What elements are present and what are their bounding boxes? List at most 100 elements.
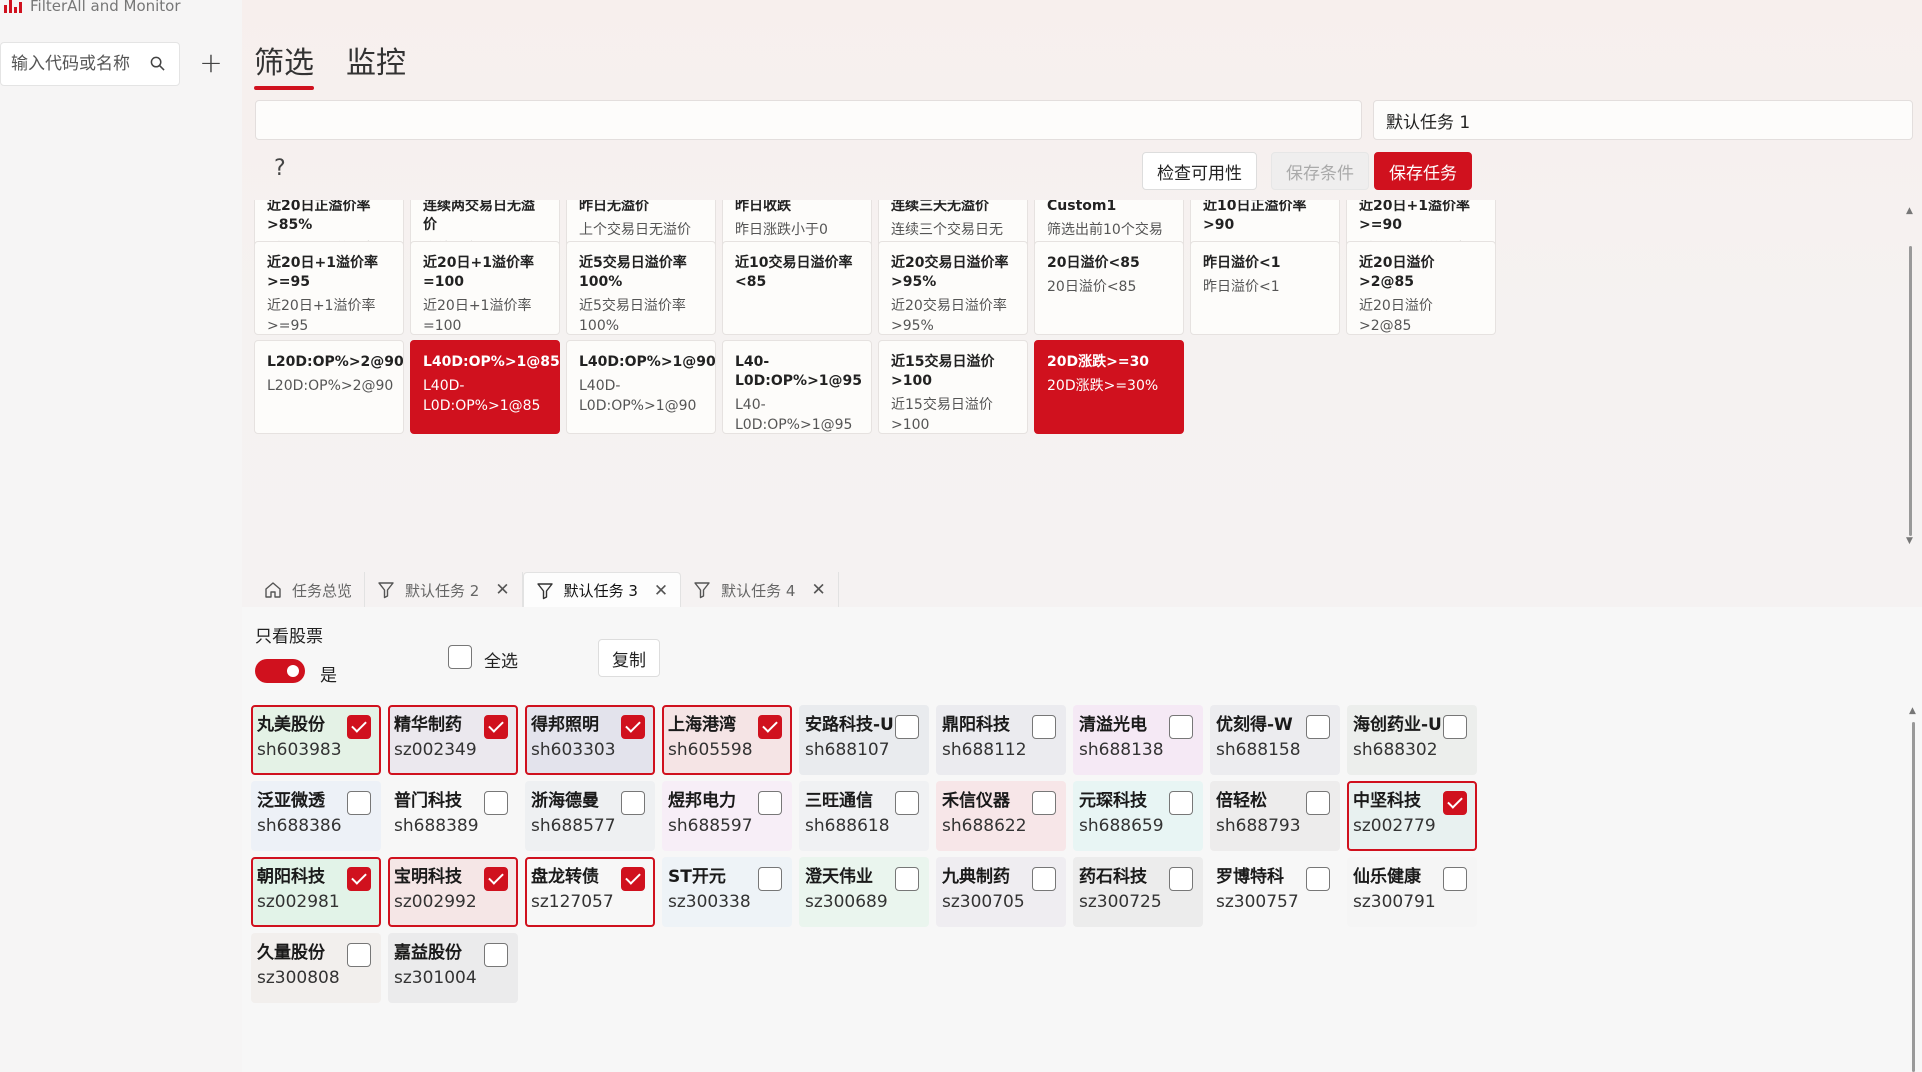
stock-card[interactable]: 宝明科技 sz002992 xyxy=(388,857,518,927)
stock-card[interactable]: 优刻得-W sh688158 xyxy=(1210,705,1340,775)
stock-checkbox[interactable] xyxy=(1443,715,1467,739)
search-icon[interactable] xyxy=(150,56,165,71)
copy-button[interactable]: 复制 xyxy=(598,639,660,677)
stock-card[interactable]: 久量股份 sz300808 xyxy=(251,933,381,1003)
task-name-input[interactable] xyxy=(1373,100,1913,140)
condition-card[interactable]: 近15交易日溢价>100 近15交易日溢价>100 xyxy=(878,340,1028,434)
stock-card[interactable]: 清溢光电 sh688138 xyxy=(1073,705,1203,775)
condition-card[interactable]: L40-L0D:OP%>1@95 L40-L0D:OP%>1@95 xyxy=(722,340,872,434)
condition-card[interactable]: 近5交易日溢价率100% 近5交易日溢价率100% xyxy=(566,241,716,335)
stock-card[interactable]: 禾信仪器 sh688622 xyxy=(936,781,1066,851)
stock-checkbox[interactable] xyxy=(1443,791,1467,815)
stock-card[interactable]: 安路科技-U sh688107 xyxy=(799,705,929,775)
scroll-up-icon[interactable]: ▲ xyxy=(1906,206,1913,216)
stock-checkbox[interactable] xyxy=(347,943,371,967)
stock-checkbox[interactable] xyxy=(758,791,782,815)
tab-task-overview[interactable]: 任务总览 xyxy=(252,572,366,608)
stock-card[interactable]: 倍轻松 sh688793 xyxy=(1210,781,1340,851)
stock-card[interactable]: 精华制药 sz002349 xyxy=(388,705,518,775)
condition-card[interactable]: 20日溢价<85 20日溢价<85 xyxy=(1034,241,1184,335)
stock-checkbox[interactable] xyxy=(1169,791,1193,815)
stock-card[interactable]: 嘉益股份 sz301004 xyxy=(388,933,518,1003)
stock-checkbox[interactable] xyxy=(1032,715,1056,739)
check-availability-button[interactable]: 检查可用性 xyxy=(1142,152,1257,190)
stock-card[interactable]: 朝阳科技 sz002981 xyxy=(251,857,381,927)
stock-card[interactable]: 中坚科技 sz002779 xyxy=(1347,781,1477,851)
stock-checkbox[interactable] xyxy=(758,715,782,739)
search-box[interactable] xyxy=(0,42,180,86)
stock-checkbox[interactable] xyxy=(347,791,371,815)
stock-checkbox[interactable] xyxy=(484,715,508,739)
stock-card[interactable]: 鼎阳科技 sh688112 xyxy=(936,705,1066,775)
close-tab-icon[interactable]: ✕ xyxy=(811,580,825,600)
stock-card[interactable]: 普门科技 sh688389 xyxy=(388,781,518,851)
stock-checkbox[interactable] xyxy=(1169,867,1193,891)
stock-card[interactable]: 澄天伟业 sz300689 xyxy=(799,857,929,927)
stock-card[interactable]: 浙海德曼 sh688577 xyxy=(525,781,655,851)
stock-card[interactable]: 泛亚微透 sh688386 xyxy=(251,781,381,851)
stock-checkbox[interactable] xyxy=(621,791,645,815)
condition-card[interactable]: L20D:OP%>2@90 L20D:OP%>2@90 xyxy=(254,340,404,434)
stock-checkbox[interactable] xyxy=(484,943,508,967)
stock-checkbox[interactable] xyxy=(347,715,371,739)
stock-scrollbar[interactable]: ▲ xyxy=(1909,706,1919,1072)
scrollbar-thumb[interactable] xyxy=(1909,246,1912,536)
stock-card[interactable]: 元琛科技 sh688659 xyxy=(1073,781,1203,851)
stock-card[interactable]: 盘龙转债 sz127057 xyxy=(525,857,655,927)
condition-card[interactable]: 20D涨跌>=30 20D涨跌>=30% xyxy=(1034,340,1184,434)
tab-monitor[interactable]: 监控 xyxy=(346,38,406,90)
search-input[interactable] xyxy=(11,54,141,74)
stock-card[interactable]: 罗博特科 sz300757 xyxy=(1210,857,1340,927)
scrollbar-thumb[interactable] xyxy=(1912,722,1915,1072)
stock-checkbox[interactable] xyxy=(484,867,508,891)
close-tab-icon[interactable]: ✕ xyxy=(654,581,668,601)
stock-card[interactable]: 海创药业-U sh688302 xyxy=(1347,705,1477,775)
tab-task-2[interactable]: 默认任务 2 ✕ xyxy=(365,572,523,608)
stock-checkbox[interactable] xyxy=(895,715,919,739)
stock-checkbox[interactable] xyxy=(758,867,782,891)
stock-checkbox[interactable] xyxy=(1306,867,1330,891)
add-button[interactable]: + xyxy=(196,48,226,78)
stock-checkbox[interactable] xyxy=(484,791,508,815)
condition-card[interactable]: 近20日+1溢价率>=95 近20日+1溢价率>=95 xyxy=(254,241,404,335)
stock-card[interactable]: 仙乐健康 sz300791 xyxy=(1347,857,1477,927)
stock-checkbox[interactable] xyxy=(621,867,645,891)
stock-checkbox[interactable] xyxy=(347,867,371,891)
stock-checkbox[interactable] xyxy=(895,791,919,815)
condition-card[interactable]: L40D:OP%>1@90 L40D-L0D:OP%>1@90 xyxy=(566,340,716,434)
stock-card[interactable]: 三旺通信 sh688618 xyxy=(799,781,929,851)
tab-task-3[interactable]: 默认任务 3 ✕ xyxy=(522,572,682,608)
stock-checkbox[interactable] xyxy=(1443,867,1467,891)
stock-card[interactable]: 上海港湾 sh605598 xyxy=(662,705,792,775)
help-button[interactable]: ? xyxy=(274,156,286,181)
stock-checkbox[interactable] xyxy=(1032,791,1056,815)
stock-card[interactable]: 丸美股份 sh603983 xyxy=(251,705,381,775)
stock-checkbox[interactable] xyxy=(1306,791,1330,815)
condition-card[interactable]: L40D:OP%>1@85 L40D-L0D:OP%>1@85 xyxy=(410,340,560,434)
condition-expression-input[interactable] xyxy=(255,100,1362,140)
stock-checkbox[interactable] xyxy=(621,715,645,739)
save-task-button[interactable]: 保存任务 xyxy=(1374,152,1472,190)
stock-checkbox[interactable] xyxy=(1306,715,1330,739)
stock-checkbox[interactable] xyxy=(1032,867,1056,891)
stock-card[interactable]: 九典制药 sz300705 xyxy=(936,857,1066,927)
condition-card[interactable]: 近20日+1溢价率=100 近20日+1溢价率=100 xyxy=(410,241,560,335)
scroll-up-icon[interactable]: ▲ xyxy=(1909,706,1916,716)
stock-card[interactable]: 煜邦电力 sh688597 xyxy=(662,781,792,851)
close-tab-icon[interactable]: ✕ xyxy=(495,580,509,600)
condition-card[interactable]: 昨日溢价<1 昨日溢价<1 xyxy=(1190,241,1340,335)
stock-card[interactable]: ST开元 sz300338 xyxy=(662,857,792,927)
save-condition-button[interactable]: 保存条件 xyxy=(1271,152,1369,190)
scroll-down-icon[interactable]: ▼ xyxy=(1906,536,1913,546)
only-stock-toggle[interactable] xyxy=(255,659,305,683)
condition-card[interactable]: 近20日溢价>2@85 近20日溢价>2@85 xyxy=(1346,241,1496,335)
stock-checkbox[interactable] xyxy=(1169,715,1193,739)
select-all-checkbox[interactable] xyxy=(448,645,472,669)
condition-card[interactable]: 近10交易日溢价率<85 xyxy=(722,241,872,335)
stock-checkbox[interactable] xyxy=(895,867,919,891)
stock-card[interactable]: 得邦照明 sh603303 xyxy=(525,705,655,775)
condition-scrollbar[interactable]: ▲ ▼ xyxy=(1906,206,1916,546)
tab-filter[interactable]: 筛选 xyxy=(254,38,314,90)
condition-card[interactable]: 近20交易日溢价率>95% 近20交易日溢价率>95% xyxy=(878,241,1028,335)
tab-task-4[interactable]: 默认任务 4 ✕ xyxy=(681,572,839,608)
